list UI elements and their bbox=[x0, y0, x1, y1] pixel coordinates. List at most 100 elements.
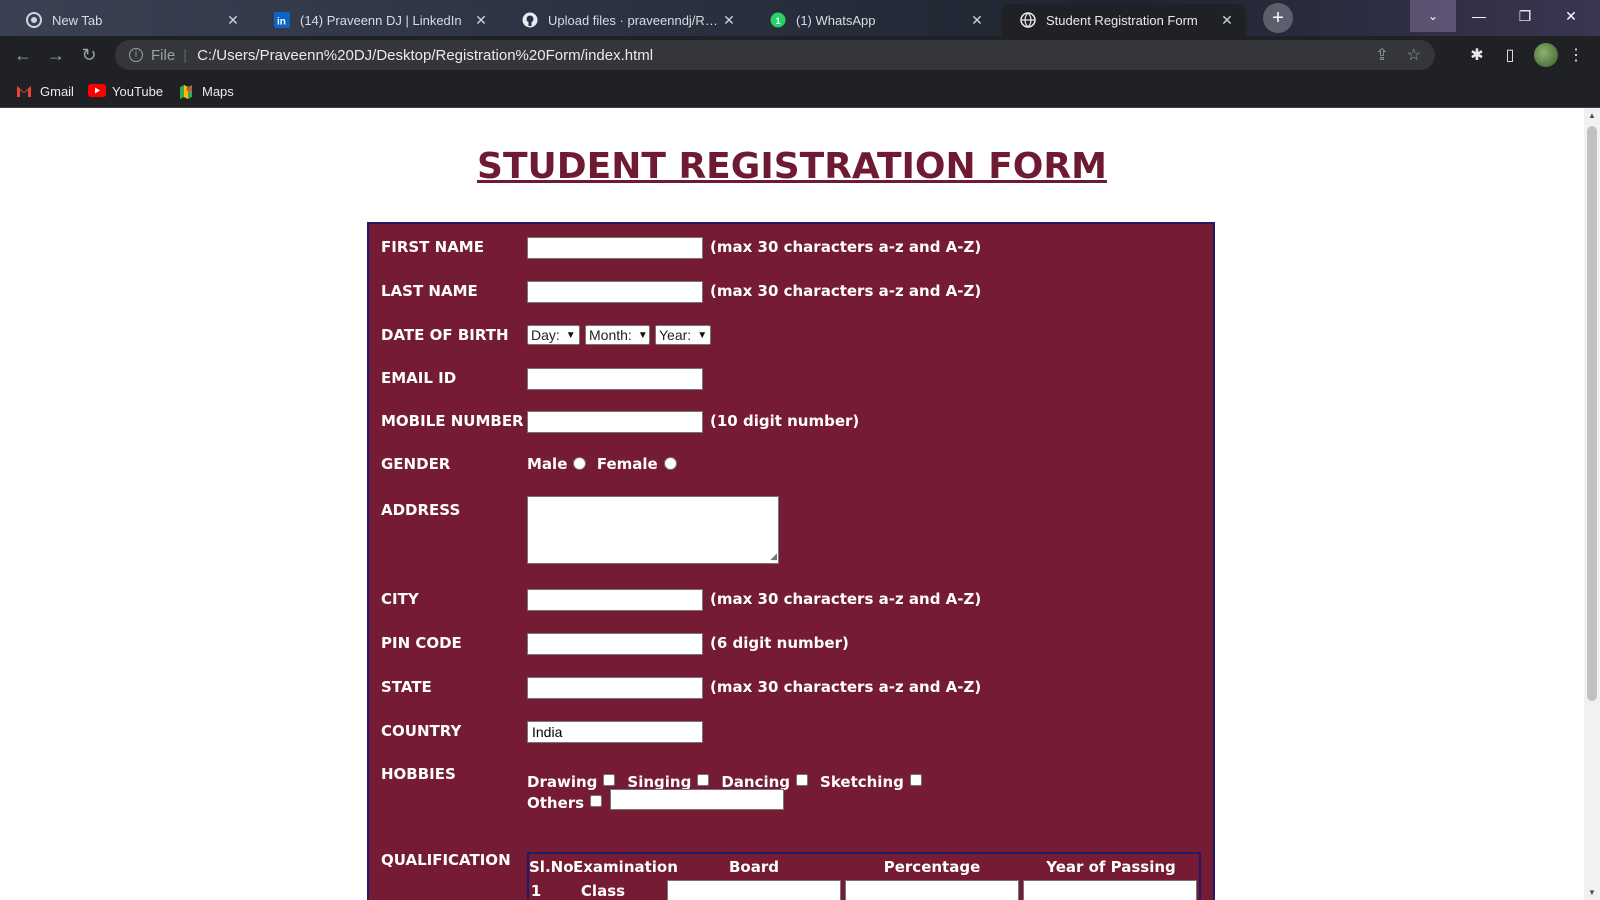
first-name-hint: (max 30 characters a-z and A-Z) bbox=[710, 238, 982, 256]
gender-options: Male Female bbox=[527, 455, 683, 474]
hobby-drawing-checkbox[interactable] bbox=[603, 773, 616, 786]
close-tab-icon[interactable]: ✕ bbox=[224, 12, 242, 29]
address-textarea[interactable]: ◢ bbox=[527, 496, 779, 564]
extensions-icon[interactable]: ✱ bbox=[1466, 45, 1488, 65]
tab-title: New Tab bbox=[52, 12, 103, 28]
registration-form: FIRST NAME (max 30 characters a-z and A-… bbox=[367, 222, 1215, 900]
maximize-icon[interactable]: ❐ bbox=[1502, 0, 1548, 32]
side-panel-icon[interactable]: ▯ bbox=[1499, 45, 1521, 65]
hobby-others-input[interactable] bbox=[610, 789, 785, 811]
globe-icon bbox=[1020, 12, 1036, 28]
url-text[interactable]: C:/Users/Praveenn%20DJ/Desktop/Registrat… bbox=[197, 47, 653, 64]
select-value: Month: bbox=[589, 327, 632, 343]
hobby-sketching-checkbox[interactable] bbox=[909, 773, 922, 786]
state-input[interactable] bbox=[527, 677, 703, 699]
reload-icon[interactable]: ↻ bbox=[76, 42, 102, 68]
page-viewport: STUDENT REGISTRATION FORM FIRST NAME (ma… bbox=[0, 108, 1584, 900]
email-input[interactable] bbox=[527, 368, 703, 390]
tab-title: (1) WhatsApp bbox=[796, 12, 876, 28]
bookmark-label: Maps bbox=[202, 83, 234, 99]
hobby-others-checkbox[interactable] bbox=[590, 794, 603, 807]
mobile-label: MOBILE NUMBER bbox=[381, 412, 524, 430]
hobby-others-label: Others bbox=[527, 794, 585, 812]
bookmarks-bar: Gmail YouTube Maps bbox=[0, 74, 1600, 108]
bookmark-maps[interactable]: Maps bbox=[178, 81, 234, 101]
gender-label: GENDER bbox=[381, 455, 451, 473]
last-name-input[interactable] bbox=[527, 281, 703, 303]
gender-male-radio[interactable] bbox=[573, 456, 587, 470]
profile-avatar[interactable] bbox=[1534, 43, 1558, 67]
minimize-icon[interactable]: — bbox=[1456, 0, 1502, 32]
dob-day-select[interactable]: Day: ▼ bbox=[527, 325, 580, 345]
youtube-icon bbox=[88, 84, 106, 98]
whatsapp-icon: 1 bbox=[770, 12, 786, 28]
address-bar[interactable]: i File | C:/Users/Praveenn%20DJ/Desktop/… bbox=[115, 40, 1435, 70]
github-icon bbox=[522, 12, 538, 28]
qualification-header-examination: Examination bbox=[573, 858, 678, 876]
first-name-input[interactable] bbox=[527, 237, 703, 259]
qualification-board-input[interactable] bbox=[667, 880, 841, 900]
qualification-percentage-input[interactable] bbox=[845, 880, 1019, 900]
linkedin-icon: in bbox=[274, 12, 290, 28]
close-window-icon[interactable]: ✕ bbox=[1548, 0, 1594, 32]
url-scheme: File bbox=[151, 46, 176, 64]
share-icon[interactable]: ⇪ bbox=[1375, 45, 1388, 65]
new-tab-button[interactable]: + bbox=[1263, 3, 1293, 33]
qualification-header-slno: Sl.No. bbox=[529, 858, 580, 876]
hobbies-label: HOBBIES bbox=[381, 765, 456, 783]
tab-github[interactable]: Upload files · praveenndj/Registr ✕ bbox=[504, 4, 748, 36]
tab-search-icon[interactable]: ⌄ bbox=[1410, 0, 1456, 32]
scroll-up-icon[interactable]: ▲ bbox=[1588, 111, 1596, 120]
qualification-row-exam: Class X bbox=[580, 882, 626, 900]
first-name-label: FIRST NAME bbox=[381, 238, 484, 256]
hobbies-options: Drawing Singing Dancing Sketching Others bbox=[527, 772, 1187, 814]
city-input[interactable] bbox=[527, 589, 703, 611]
hobby-dancing-checkbox[interactable] bbox=[796, 773, 809, 786]
state-label: STATE bbox=[381, 678, 432, 696]
country-input[interactable] bbox=[527, 721, 703, 743]
menu-kebab-icon[interactable]: ⋮ bbox=[1565, 45, 1587, 65]
scrollbar-thumb[interactable] bbox=[1587, 126, 1597, 701]
last-name-hint: (max 30 characters a-z and A-Z) bbox=[710, 282, 982, 300]
tab-title: Upload files · praveenndj/Registr bbox=[548, 12, 720, 28]
gender-female-radio[interactable] bbox=[663, 456, 677, 470]
tab-title: Student Registration Form bbox=[1046, 12, 1198, 28]
close-tab-icon[interactable]: ✕ bbox=[720, 12, 738, 29]
tab-student-registration[interactable]: Student Registration Form ✕ bbox=[1002, 4, 1246, 36]
city-label: CITY bbox=[381, 590, 419, 608]
close-tab-icon[interactable]: ✕ bbox=[472, 12, 490, 29]
page-scrollbar[interactable]: ▲ ▼ bbox=[1584, 108, 1600, 900]
bookmark-star-icon[interactable]: ☆ bbox=[1407, 45, 1421, 65]
qualification-header-percentage: Percentage bbox=[883, 858, 981, 876]
back-icon[interactable]: ← bbox=[10, 42, 36, 68]
pin-code-input[interactable] bbox=[527, 633, 703, 655]
tab-new-tab[interactable]: New Tab ✕ bbox=[8, 4, 252, 36]
qualification-year-input[interactable] bbox=[1023, 880, 1197, 900]
forward-icon[interactable]: → bbox=[43, 42, 69, 68]
mobile-input[interactable] bbox=[527, 411, 703, 433]
city-hint: (max 30 characters a-z and A-Z) bbox=[710, 590, 982, 608]
qualification-label: QUALIFICATION bbox=[381, 851, 511, 869]
tab-linkedin[interactable]: in (14) Praveenn DJ | LinkedIn ✕ bbox=[256, 4, 500, 36]
country-label: COUNTRY bbox=[381, 722, 462, 740]
scroll-down-icon[interactable]: ▼ bbox=[1588, 888, 1596, 897]
bookmark-label: YouTube bbox=[112, 83, 164, 99]
dob-month-select[interactable]: Month: ▼ bbox=[585, 325, 650, 345]
tab-whatsapp[interactable]: 1 (1) WhatsApp ✕ bbox=[752, 4, 996, 36]
close-tab-icon[interactable]: ✕ bbox=[968, 12, 986, 29]
hobby-singing-checkbox[interactable] bbox=[697, 773, 710, 786]
mobile-hint: (10 digit number) bbox=[710, 412, 860, 430]
close-tab-icon[interactable]: ✕ bbox=[1218, 12, 1236, 29]
gender-option-male-label: Male bbox=[527, 455, 568, 473]
select-value: Day: bbox=[531, 327, 560, 343]
info-icon[interactable]: i bbox=[129, 48, 143, 62]
dob-label: DATE OF BIRTH bbox=[381, 326, 509, 344]
resize-grip-icon[interactable]: ◢ bbox=[770, 551, 777, 562]
bookmark-gmail[interactable]: Gmail bbox=[16, 81, 74, 101]
pin-code-hint: (6 digit number) bbox=[710, 634, 849, 652]
svg-text:in: in bbox=[277, 17, 286, 28]
dob-year-select[interactable]: Year: ▼ bbox=[655, 325, 711, 345]
bookmark-youtube[interactable]: YouTube bbox=[88, 81, 163, 101]
qualification-row-slno: 1 bbox=[530, 882, 542, 900]
chevron-down-icon: ▼ bbox=[637, 329, 648, 341]
